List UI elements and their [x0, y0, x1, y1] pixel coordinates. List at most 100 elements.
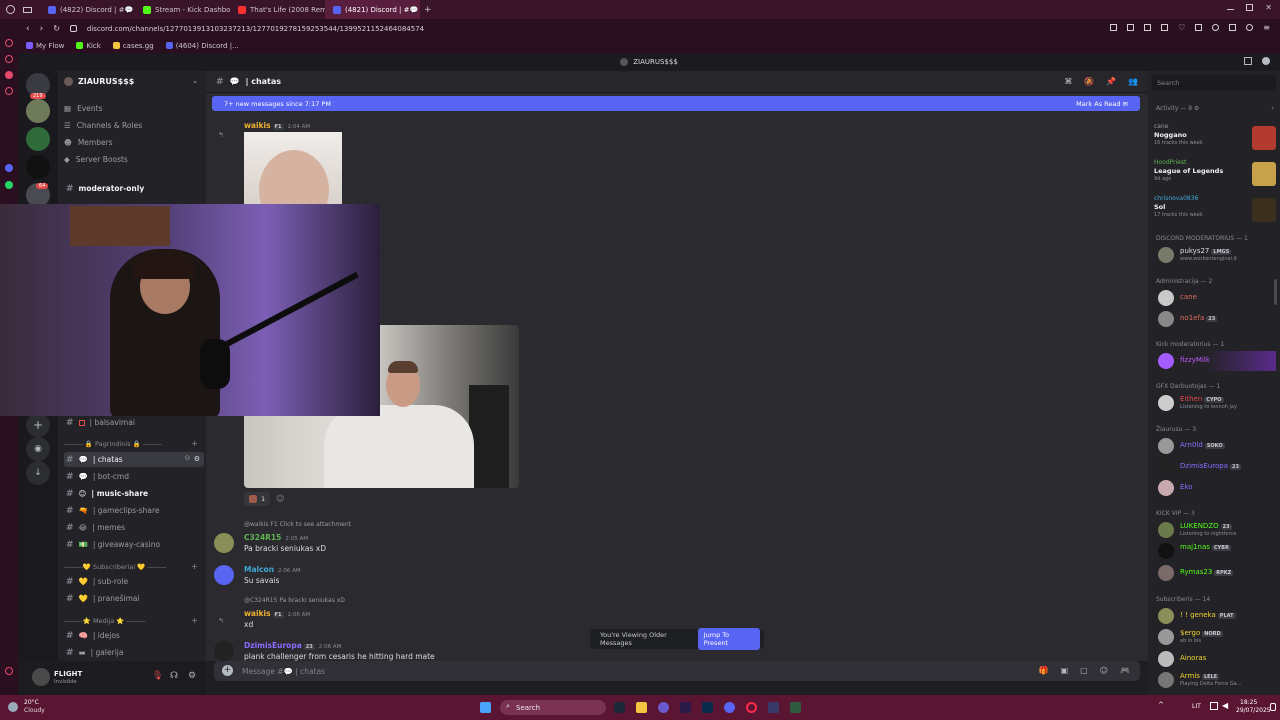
download-icon[interactable] — [1229, 24, 1237, 31]
file-explorer-icon[interactable] — [636, 702, 647, 713]
jump-to-present-button[interactable]: Jump To Present — [697, 628, 760, 650]
volume-icon[interactable]: ◀ — [1222, 701, 1228, 710]
browser-tab[interactable]: (4822) Discord | #💬 | cha — [40, 0, 135, 19]
activity-card[interactable]: cane Noggano 16 tracks this week — [1154, 123, 1276, 155]
app-icon[interactable] — [790, 702, 801, 713]
emoji-icon[interactable]: ☺ — [1100, 666, 1108, 675]
member-item[interactable]: Rymas23 RPKZ — [1158, 563, 1276, 583]
channel-balsavimai[interactable]: # | balsavimai — [64, 415, 204, 430]
channel-bot-cmd[interactable]: # 💬 | bot-cmd — [64, 469, 204, 484]
reply-preview[interactable]: @waikis F1 Click to see attachment — [244, 521, 351, 528]
channel-giveaway-casino[interactable]: # 💵 | giveaway-casino — [64, 537, 204, 552]
network-icon[interactable] — [1210, 702, 1218, 710]
sidebar-shortcut-icon[interactable] — [5, 71, 13, 79]
notification-bell-icon[interactable]: 🔕 — [1084, 77, 1094, 86]
member-item[interactable]: $ergo NORD ab in bis — [1158, 627, 1276, 647]
avatar[interactable] — [214, 565, 234, 585]
member-list-icon[interactable]: 👥 — [1128, 77, 1138, 86]
profile-icon[interactable] — [1246, 24, 1254, 31]
messenger-icon[interactable] — [1212, 24, 1220, 31]
avatar[interactable] — [214, 641, 234, 661]
activity-card[interactable]: chrisnova0836 Sol 17 tracks this week — [1154, 195, 1276, 227]
avatar[interactable] — [214, 533, 234, 553]
tab-actions-icon[interactable] — [23, 6, 32, 13]
clock-time[interactable]: 18:25 — [1240, 699, 1257, 706]
category-medija[interactable]: --------⭐ Medija ⭐ -------- — [64, 617, 145, 625]
member-item[interactable]: pukys27 LMGS www.workontenginai.lt — [1158, 245, 1276, 265]
browser-tab[interactable]: Stream - Kick Dashboard — [135, 0, 230, 19]
category-pagrindinis[interactable]: -------- 🔒 Pagrindinis 🔒 -------- — [64, 440, 162, 448]
mute-icon[interactable]: 🎙 — [152, 671, 163, 681]
screenshot-icon[interactable] — [1127, 24, 1135, 31]
app-icon[interactable] — [658, 702, 669, 713]
server-icon[interactable] — [26, 127, 50, 151]
member-item[interactable]: ! ! geneka PLAT — [1158, 606, 1276, 626]
notification-icon[interactable] — [1270, 703, 1276, 711]
wallet-icon[interactable] — [1195, 24, 1203, 31]
channel-sub-role[interactable]: # 💛 | sub-role — [64, 574, 204, 589]
gift-icon[interactable]: 🎁 — [1039, 666, 1049, 675]
channel-pranesimai[interactable]: # 💛 | pranešimai — [64, 591, 204, 606]
threads-icon[interactable]: ⌘ — [1065, 77, 1072, 86]
channel-memes[interactable]: # 😂 | memes — [64, 520, 204, 535]
sidebar-shortcut-icon[interactable] — [5, 39, 13, 47]
explore-icon[interactable]: ◉ — [26, 437, 50, 461]
channel-music-share[interactable]: # 😊 | music-share — [64, 486, 204, 501]
message-input[interactable]: + Message #💬 | chatas 🎁 ▣ ▢ ☺ 🎮 — [214, 661, 1140, 681]
member-item[interactable]: Armis LELE Playing Delta Force Ga... — [1158, 670, 1276, 690]
new-messages-bar[interactable]: 7+ new messages since 7:17 PM Mark As Re… — [212, 96, 1140, 111]
sticker-icon[interactable]: ▢ — [1080, 666, 1088, 675]
add-channel-icon[interactable]: + — [191, 616, 198, 625]
site-info-icon[interactable] — [69, 25, 77, 32]
extension-icon[interactable] — [1110, 24, 1118, 31]
bookmark-item[interactable]: My Flow — [26, 42, 64, 50]
browser-menu-icon[interactable] — [6, 5, 15, 14]
mark-as-read-button[interactable]: Mark As Read ✉ — [1076, 100, 1128, 108]
avatar[interactable] — [32, 668, 50, 686]
url-field[interactable]: discord.com/channels/1277013913103237213… — [87, 25, 424, 33]
language-indicator[interactable]: LIT — [1192, 703, 1201, 710]
add-channel-icon[interactable]: + — [191, 562, 198, 571]
bookmark-item[interactable]: cases.gg — [112, 42, 154, 50]
category-subscriberiai[interactable]: --------💛 Subscriberiai 💛 -------- — [64, 563, 166, 571]
apps-icon[interactable]: 🎮 — [1120, 666, 1130, 675]
clock-date[interactable]: 29/07/2025 — [1236, 707, 1271, 714]
activity-card[interactable]: HoodPriest League of Legends 9d ago — [1154, 159, 1276, 191]
tray-chevron-icon[interactable]: ^ — [1158, 701, 1164, 709]
send-icon[interactable] — [1161, 24, 1169, 31]
sidebar-shortcut-icon[interactable] — [5, 55, 13, 63]
member-item[interactable]: cane — [1158, 288, 1276, 308]
menu-channels-roles[interactable]: ☰ Channels & Roles — [64, 121, 142, 130]
gif-icon[interactable]: ▣ — [1061, 666, 1069, 675]
channel-moderator-only[interactable]: # moderator-only — [64, 181, 204, 196]
chevron-right-icon[interactable]: › — [1271, 104, 1274, 112]
member-item[interactable]: Arn0ld SOKO — [1158, 436, 1276, 456]
member-item[interactable]: LUKENDZO 23 Listening to nightforce — [1158, 520, 1276, 540]
attach-plus-icon[interactable]: + — [222, 665, 233, 676]
server-icon[interactable] — [26, 155, 50, 179]
message-author[interactable]: C324R15 2:05 AM — [244, 533, 308, 542]
whatsapp-icon[interactable] — [5, 181, 13, 189]
browser-tab-active[interactable]: (4821) Discord | #💬 | cha — [325, 0, 420, 19]
bookmark-item[interactable]: (4604) Discord |... — [165, 42, 239, 50]
browser-tab[interactable]: That's Life (2008 Remas — [230, 0, 325, 19]
channel-settings-icon[interactable]: ⚙ — [194, 455, 200, 463]
menu-events[interactable]: ▦ Events — [64, 104, 103, 113]
windows-start-icon[interactable] — [480, 702, 491, 713]
channel-idejos[interactable]: # 🧠 | idejos — [64, 628, 204, 643]
download-apps-icon[interactable]: ↓ — [26, 461, 50, 485]
add-server-icon[interactable]: + — [26, 413, 50, 437]
add-channel-icon[interactable]: + — [191, 439, 198, 448]
help-icon[interactable] — [1262, 57, 1270, 65]
channel-gameclips-share[interactable]: # 🔫 | gameclips-share — [64, 503, 204, 518]
weather-icon[interactable] — [8, 702, 18, 712]
taskbar-search[interactable]: ⌕ Search — [500, 700, 606, 715]
server-icon[interactable] — [26, 99, 50, 123]
member-item[interactable]: maj1nas CYBR — [1158, 541, 1276, 561]
search-input[interactable]: Search — [1152, 75, 1276, 91]
message-author[interactable]: waikis F1 2:06 AM — [244, 609, 310, 618]
message-author[interactable]: DzimisEuropa 23 2:06 AM — [244, 641, 341, 650]
heart-icon[interactable]: ♡ — [1178, 24, 1185, 32]
photoshop-icon[interactable] — [702, 702, 713, 713]
message-attachment-image[interactable] — [244, 132, 342, 204]
